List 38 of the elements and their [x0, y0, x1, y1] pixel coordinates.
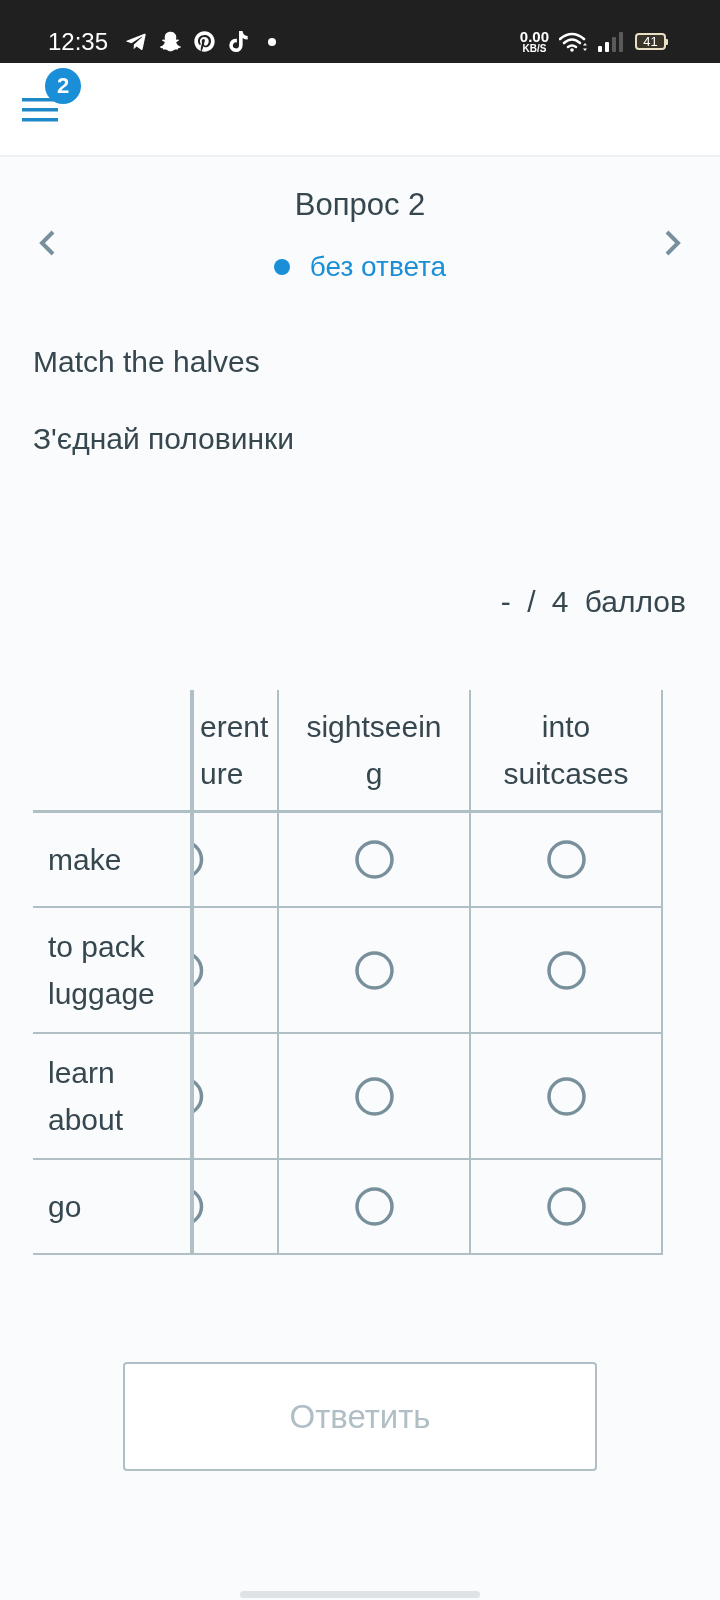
- row-header: make: [33, 813, 194, 906]
- chevron-right-icon: [664, 229, 682, 257]
- tiktok-icon: [228, 31, 250, 52]
- instruction-text: Match the halves: [33, 344, 261, 380]
- signal-icon: [598, 31, 625, 52]
- pinterest-icon: [194, 31, 216, 52]
- radio-button[interactable]: [354, 1187, 394, 1226]
- ghost-icon: [160, 31, 182, 52]
- clock-time: 12:35: [48, 29, 109, 54]
- radio-button[interactable]: [354, 950, 394, 990]
- row-header: to pack luggage: [33, 908, 194, 1032]
- column-header: erent ure: [194, 690, 279, 810]
- radio-button[interactable]: [194, 840, 204, 879]
- status-dot-icon: [273, 259, 290, 275]
- column-header: into suitcases: [471, 690, 663, 810]
- radio-button[interactable]: [354, 1076, 394, 1116]
- dot-icon: [268, 37, 277, 46]
- column-header: sightseeing: [279, 690, 471, 810]
- notification-badge: 2: [45, 68, 81, 104]
- row-header: go: [33, 1160, 194, 1253]
- radio-button[interactable]: [354, 840, 394, 879]
- question-title: Вопрос 2: [294, 186, 426, 224]
- instruction-text: З'єднай половинки: [33, 421, 295, 457]
- row-header: learn about: [33, 1034, 194, 1158]
- menu-button[interactable]: [22, 98, 58, 122]
- radio-button[interactable]: [546, 950, 586, 990]
- wifi-icon: [559, 31, 588, 52]
- radio-button[interactable]: [546, 1187, 586, 1226]
- battery-indicator: 41: [635, 33, 668, 50]
- radio-button[interactable]: [546, 1076, 586, 1116]
- radio-button[interactable]: [194, 1187, 204, 1226]
- score-text: - / 4 баллов: [500, 584, 686, 620]
- speed-unit: KB/S: [522, 43, 547, 54]
- radio-button[interactable]: [546, 840, 586, 879]
- answer-status: без ответа: [309, 250, 447, 284]
- menu-icon: [22, 98, 58, 122]
- speed-value: 0.00: [519, 29, 549, 44]
- chevron-left-icon: [38, 229, 56, 257]
